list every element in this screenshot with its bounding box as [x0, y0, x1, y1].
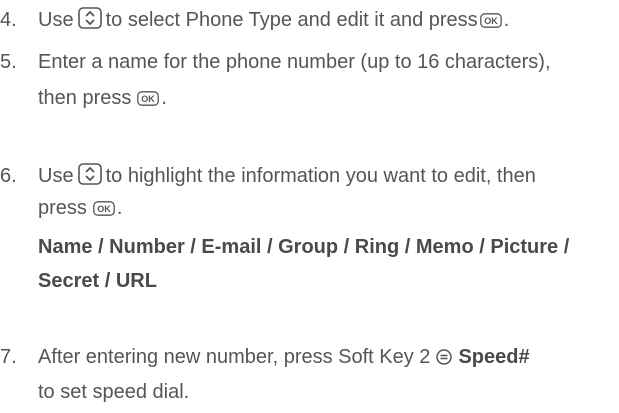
step-5-cont: then press OK .: [38, 86, 167, 110]
option-separator: /: [99, 270, 116, 292]
step-7-cont: to set speed dial.: [38, 380, 189, 404]
step-text: .: [116, 197, 123, 219]
option-separator: /: [92, 236, 110, 258]
step-number: 6.: [0, 165, 17, 187]
step-text: Use: [38, 165, 74, 187]
option-separator: /: [261, 236, 279, 258]
step-text: press: [38, 197, 87, 219]
ok-key-icon: OK: [479, 10, 502, 34]
step-6: 6. Use to highlight the information you w…: [0, 163, 536, 187]
option-group: Group: [278, 236, 339, 258]
step-6-options-line2: Secret / URL: [38, 269, 157, 293]
option-secret: Secret: [38, 270, 100, 292]
navigation-key-icon: [77, 163, 102, 191]
option-separator: /: [184, 236, 202, 258]
step-number: 7.: [0, 346, 17, 368]
step-text: .: [503, 9, 510, 31]
step-6-options-line1: Name / Number / E-mail / Group / Ring / …: [38, 235, 569, 259]
ok-key-label: OK: [142, 94, 156, 104]
step-6-cont: press OK .: [38, 196, 122, 220]
option-url: URL: [115, 270, 157, 292]
step-number: 4.: [0, 9, 17, 31]
step-text: Enter a name for the phone number (up to…: [38, 51, 551, 73]
ok-key-label: OK: [484, 16, 498, 26]
step-text: After entering new number, press Soft Ke…: [38, 346, 431, 368]
option-memo: Memo: [415, 236, 474, 258]
option-name: Name: [38, 236, 93, 258]
ok-key-icon: OK: [93, 198, 115, 222]
step-text: then press: [38, 87, 132, 109]
navigation-key-icon: [77, 7, 102, 35]
step-text: Use: [38, 9, 74, 31]
option-number: Number: [109, 236, 185, 258]
option-separator: /: [473, 236, 491, 258]
step-number: 5.: [0, 51, 17, 73]
speed-dial-label: Speed#: [458, 346, 530, 368]
step-text: to highlight the information you want to…: [105, 165, 536, 187]
option-ring: Ring: [354, 236, 400, 258]
option-separator: /: [338, 236, 355, 258]
step-text: to select Phone Type and edit it and pre…: [105, 9, 478, 31]
option-separator: /: [558, 236, 570, 258]
soft-key-icon: [436, 347, 453, 371]
option-separator: /: [399, 236, 416, 258]
step-5: 5. Enter a name for the phone number (up …: [0, 50, 551, 74]
option-picture: Picture: [490, 236, 559, 258]
ok-key-label: OK: [97, 204, 111, 214]
ok-key-icon: OK: [137, 88, 160, 112]
manual-page: { "steps": { "s4": { "num": "4.", "t1": …: [0, 0, 619, 413]
step-4: 4. Use to select Phone Type and edit it a…: [0, 7, 509, 31]
option-email: E-mail: [201, 236, 262, 258]
step-text: .: [161, 87, 167, 109]
step-7: 7. After entering new number, press Soft …: [0, 345, 530, 369]
step-text: to set speed dial.: [38, 381, 190, 403]
